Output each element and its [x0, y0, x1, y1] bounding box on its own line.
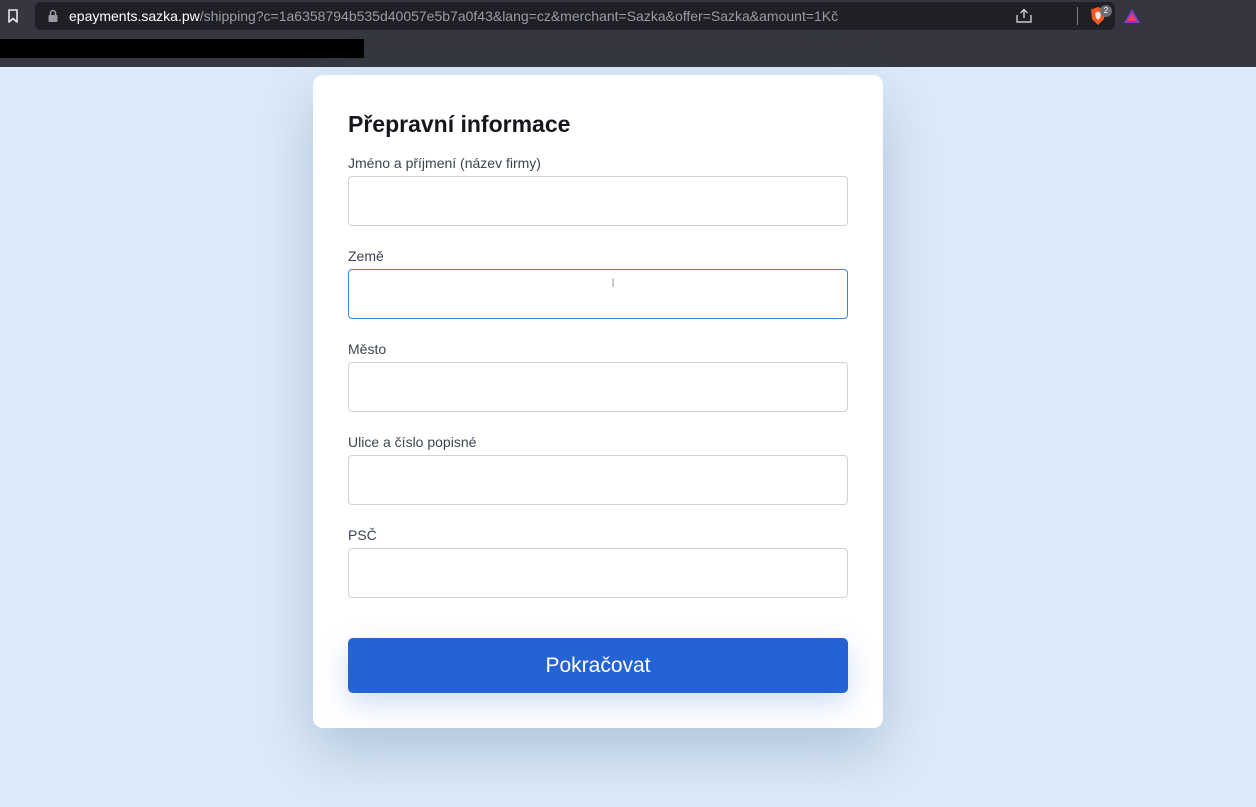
street-label: Ulice a číslo popisné [348, 434, 477, 450]
city-label: Město [348, 341, 387, 357]
name-input[interactable] [348, 176, 848, 226]
continue-button[interactable]: Pokračovat [348, 638, 848, 693]
shield-count-badge: 2 [1100, 5, 1112, 17]
address-bar[interactable]: epayments.sazka.pw/shipping?c=1a6358794b… [35, 2, 1140, 30]
lock-icon [48, 9, 58, 22]
shipping-form-card: Přepravní informace Jméno a příjmení (ná… [313, 75, 883, 728]
city-input[interactable] [348, 362, 848, 412]
bookmark-icon[interactable] [0, 2, 26, 30]
share-icon[interactable] [1015, 8, 1033, 24]
name-label: Jméno a příjmení (název firmy) [348, 155, 541, 171]
postal-code-input[interactable] [348, 548, 848, 598]
text-cursor-icon: I [611, 276, 615, 290]
url-path: /shipping?c=1a6358794b535d40057e5b7a0f43… [199, 8, 839, 24]
street-input[interactable] [348, 455, 848, 505]
url-text[interactable]: epayments.sazka.pw/shipping?c=1a6358794b… [69, 2, 838, 30]
country-label: Země [348, 248, 384, 264]
toolbar-divider [1077, 7, 1078, 25]
redaction-bar [0, 39, 364, 58]
browser-toolbar: epayments.sazka.pw/shipping?c=1a6358794b… [0, 0, 1256, 67]
postal-code-label: PSČ [348, 527, 377, 543]
country-input[interactable] [348, 269, 848, 319]
form-title: Přepravní informace [348, 111, 571, 137]
brave-rewards-icon[interactable] [1123, 8, 1141, 24]
url-host: epayments.sazka.pw [69, 8, 200, 24]
